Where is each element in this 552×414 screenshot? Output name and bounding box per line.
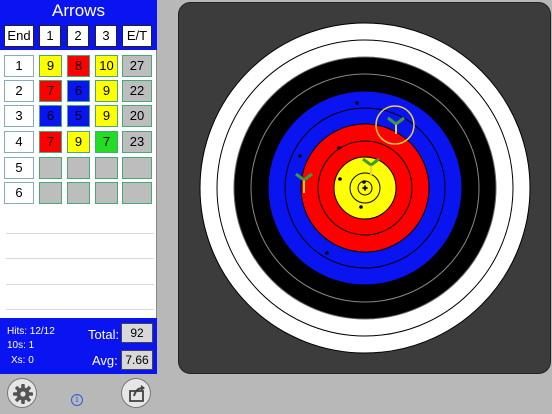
average-value: 7.66 bbox=[121, 350, 153, 370]
arrow-score-cell[interactable] bbox=[39, 157, 62, 179]
arrow-score-cell[interactable] bbox=[39, 182, 62, 204]
total-label: Total: bbox=[88, 327, 120, 342]
hits-count: Hits: 12/12 bbox=[7, 326, 55, 337]
end-number[interactable]: 5 bbox=[4, 157, 34, 179]
end-total-cell: 22 bbox=[122, 80, 152, 102]
end-number[interactable]: 2 bbox=[4, 80, 34, 102]
app-window: Arrows End 1 2 3 E/T 1 9 8 10 27 2 7 6 9 22 3 6 5 9 20… bbox=[0, 0, 552, 414]
panel-title: Arrows bbox=[0, 0, 157, 22]
arrow-score-cell[interactable]: 6 bbox=[39, 105, 62, 127]
arrow-score-cell[interactable] bbox=[67, 157, 90, 179]
arrow-score-cell[interactable]: 8 bbox=[67, 55, 90, 77]
arrow-score-cell[interactable]: 9 bbox=[39, 55, 62, 77]
gear-icon bbox=[13, 384, 33, 404]
divider bbox=[6, 258, 154, 259]
end-total-cell bbox=[122, 157, 152, 179]
end-number[interactable]: 3 bbox=[4, 105, 34, 127]
target-face[interactable] bbox=[178, 2, 551, 374]
arrow-score-cell[interactable]: 10 bbox=[95, 55, 118, 77]
end-number[interactable]: 4 bbox=[4, 131, 34, 153]
arrow-score-cell[interactable]: 9 bbox=[67, 131, 90, 153]
header-arrow-3: 3 bbox=[95, 25, 117, 47]
end-total-cell: 20 bbox=[122, 105, 152, 127]
arrow-score-cell[interactable]: 9 bbox=[95, 80, 118, 102]
arrow-score-cell[interactable]: 9 bbox=[95, 105, 118, 127]
header-end: End bbox=[4, 25, 34, 47]
divider bbox=[6, 309, 154, 310]
arrow-score-cell[interactable]: 6 bbox=[67, 80, 90, 102]
total-value: 92 bbox=[121, 323, 153, 343]
average-label: Avg: bbox=[92, 353, 118, 368]
x-count: Xs: 0 bbox=[11, 355, 34, 366]
divider bbox=[6, 284, 154, 285]
end-number[interactable]: 1 bbox=[4, 55, 34, 77]
scoresheet-panel: Arrows End 1 2 3 E/T 1 9 8 10 27 2 7 6 9 22 3 6 5 9 20… bbox=[0, 0, 157, 374]
end-total-cell bbox=[122, 182, 152, 204]
divider bbox=[6, 233, 154, 234]
stats-panel: Hits: 12/12 10s: 1 Xs: 0 Total: 92 Avg: … bbox=[0, 318, 157, 374]
arrow-score-cell[interactable]: 5 bbox=[67, 105, 90, 127]
bottom-toolbar: i bbox=[0, 374, 552, 414]
share-button[interactable] bbox=[121, 378, 151, 408]
tens-count: 10s: 1 bbox=[7, 340, 35, 351]
settings-button[interactable] bbox=[7, 378, 37, 408]
arrow-score-cell[interactable] bbox=[95, 182, 118, 204]
info-icon[interactable]: i bbox=[71, 394, 83, 406]
header-end-total: E/T bbox=[122, 25, 152, 47]
end-number[interactable]: 6 bbox=[4, 182, 34, 204]
end-total-cell: 27 bbox=[122, 55, 152, 77]
arrow-score-cell[interactable] bbox=[95, 157, 118, 179]
header-arrow-1: 1 bbox=[39, 25, 61, 47]
share-icon bbox=[129, 385, 145, 402]
arrow-score-cell[interactable] bbox=[67, 182, 90, 204]
arrow-score-cell[interactable]: 7 bbox=[39, 80, 62, 102]
header-arrow-2: 2 bbox=[67, 25, 89, 47]
arrow-score-cell[interactable]: 7 bbox=[95, 131, 118, 153]
end-total-cell: 23 bbox=[122, 131, 152, 153]
arrow-score-cell[interactable]: 7 bbox=[39, 131, 62, 153]
target-view[interactable] bbox=[178, 2, 551, 374]
